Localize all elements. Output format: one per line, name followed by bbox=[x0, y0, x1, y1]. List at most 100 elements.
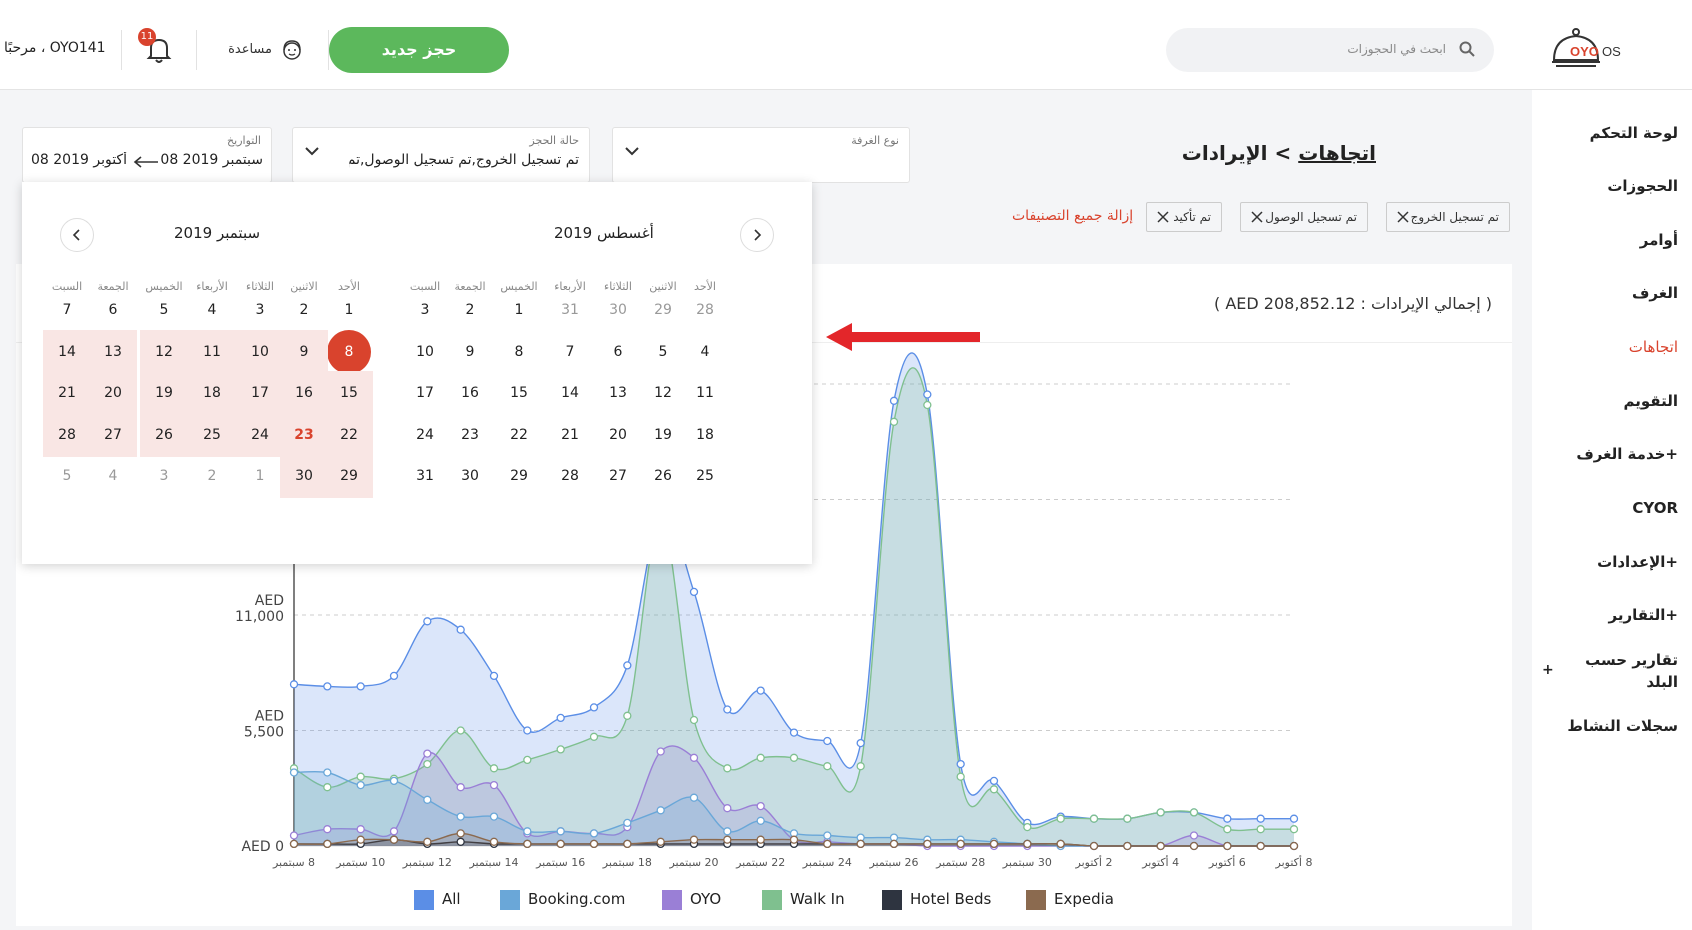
calendar-day[interactable]: 4 bbox=[188, 288, 236, 332]
calendar-day[interactable]: 24 bbox=[401, 413, 449, 457]
calendar-day[interactable]: 1 bbox=[495, 288, 543, 332]
calendar-day[interactable]: 19 bbox=[140, 371, 188, 415]
data-point bbox=[556, 827, 565, 836]
calendar-day[interactable]: 21 bbox=[43, 371, 91, 415]
calendar-day[interactable]: 27 bbox=[594, 454, 642, 498]
calendar-day[interactable]: 26 bbox=[639, 454, 687, 498]
calendar-day[interactable]: 3 bbox=[140, 454, 188, 498]
calendar-day[interactable]: 6 bbox=[89, 288, 137, 332]
next-month-button[interactable] bbox=[740, 218, 774, 252]
calendar-day[interactable]: 12 bbox=[140, 330, 188, 374]
calendar-day[interactable]: 19 bbox=[639, 413, 687, 457]
calendar-day[interactable]: 26 bbox=[140, 413, 188, 457]
calendar-day[interactable]: 9 bbox=[280, 330, 328, 374]
calendar-day[interactable]: 29 bbox=[325, 454, 373, 498]
calendar-day[interactable]: 2 bbox=[280, 288, 328, 332]
data-point bbox=[1223, 814, 1232, 823]
calendar-day[interactable]: 16 bbox=[280, 371, 328, 415]
calendar-day[interactable]: 20 bbox=[89, 371, 137, 415]
x-tick-label: 4 أكتوبر bbox=[1141, 855, 1179, 869]
data-point bbox=[389, 776, 399, 786]
calendar-day[interactable]: 5 bbox=[43, 454, 91, 498]
data-point bbox=[356, 682, 365, 691]
calendar-day[interactable]: 6 bbox=[594, 330, 642, 374]
calendar-day[interactable]: 25 bbox=[188, 413, 236, 457]
data-point bbox=[989, 776, 999, 786]
legend-swatch bbox=[414, 890, 434, 910]
calendar-day[interactable]: 18 bbox=[681, 413, 729, 457]
calendar-day[interactable]: 4 bbox=[681, 330, 729, 374]
calendar-day[interactable]: 21 bbox=[546, 413, 594, 457]
data-point bbox=[789, 835, 799, 844]
calendar-day[interactable]: 17 bbox=[401, 371, 449, 415]
calendar-day[interactable]: 29 bbox=[639, 288, 687, 332]
data-point bbox=[689, 715, 699, 725]
calendar-day[interactable]: 2 bbox=[188, 454, 236, 498]
calendar-day[interactable]: 14 bbox=[546, 371, 594, 415]
calendar-day[interactable]: 28 bbox=[681, 288, 729, 332]
calendar-day[interactable]: 31 bbox=[401, 454, 449, 498]
calendar-day[interactable]: 2 bbox=[446, 288, 494, 332]
data-point bbox=[523, 726, 532, 735]
data-point bbox=[956, 839, 965, 849]
calendar-day[interactable]: 18 bbox=[188, 371, 236, 415]
calendar-day[interactable]: 22 bbox=[325, 413, 373, 457]
calendar-day[interactable]: 10 bbox=[236, 330, 284, 374]
calendar-day[interactable]: 8 bbox=[495, 330, 543, 374]
data-point bbox=[1156, 841, 1165, 851]
calendar-day[interactable]: 8 bbox=[325, 330, 373, 374]
calendar-day[interactable]: 27 bbox=[89, 413, 137, 457]
calendar-day[interactable]: 10 bbox=[401, 330, 449, 374]
calendar-day[interactable]: 22 bbox=[495, 413, 543, 457]
calendar-day[interactable]: 16 bbox=[446, 371, 494, 415]
data-point bbox=[1189, 841, 1199, 851]
calendar-day[interactable]: 9 bbox=[446, 330, 494, 374]
calendar-day[interactable]: 24 bbox=[236, 413, 284, 457]
calendar-day[interactable]: 28 bbox=[43, 413, 91, 457]
calendar-day[interactable]: 3 bbox=[236, 288, 284, 332]
calendar-day[interactable]: 30 bbox=[446, 454, 494, 498]
calendar-day[interactable]: 15 bbox=[495, 371, 543, 415]
calendar-day[interactable]: 1 bbox=[236, 454, 284, 498]
data-point bbox=[623, 661, 632, 670]
calendar-day[interactable]: 5 bbox=[140, 288, 188, 332]
calendar-day[interactable]: 7 bbox=[546, 330, 594, 374]
data-point bbox=[356, 772, 365, 781]
prev-month-button[interactable] bbox=[60, 218, 94, 252]
x-tick-label: 20 سبتمبر bbox=[668, 856, 718, 869]
data-point bbox=[756, 753, 765, 762]
calendar-day[interactable]: 28 bbox=[546, 454, 594, 498]
calendar-day[interactable]: 30 bbox=[594, 288, 642, 332]
calendar-month-title: سبتمبر 2019 bbox=[174, 224, 261, 242]
calendar-day[interactable]: 15 bbox=[325, 371, 373, 415]
data-point bbox=[389, 827, 399, 836]
day-number: 8 bbox=[344, 344, 354, 360]
calendar-day[interactable]: 14 bbox=[43, 330, 91, 374]
calendar-day[interactable]: 3 bbox=[401, 288, 449, 332]
data-point bbox=[356, 825, 365, 834]
data-point bbox=[1256, 814, 1265, 823]
calendar-day[interactable]: 17 bbox=[236, 371, 284, 415]
data-point bbox=[656, 806, 665, 815]
calendar-day[interactable]: 1 bbox=[325, 288, 373, 332]
calendar-day[interactable]: 13 bbox=[594, 371, 642, 415]
calendar-day[interactable]: 23 bbox=[280, 413, 328, 457]
calendar-day[interactable]: 20 bbox=[594, 413, 642, 457]
calendar-day[interactable]: 5 bbox=[639, 330, 687, 374]
data-point bbox=[856, 762, 865, 771]
data-point bbox=[289, 839, 299, 849]
calendar-day[interactable]: 7 bbox=[43, 288, 91, 332]
calendar-day[interactable]: 23 bbox=[446, 413, 494, 457]
data-point bbox=[523, 839, 532, 849]
calendar-day[interactable]: 30 bbox=[280, 454, 328, 498]
calendar-day[interactable]: 4 bbox=[89, 454, 137, 498]
calendar-day[interactable]: 25 bbox=[681, 454, 729, 498]
calendar-day[interactable]: 13 bbox=[89, 330, 137, 374]
calendar-day[interactable]: 12 bbox=[639, 371, 687, 415]
calendar-day[interactable]: 31 bbox=[546, 288, 594, 332]
calendar-day[interactable]: 29 bbox=[495, 454, 543, 498]
data-point bbox=[889, 396, 899, 405]
calendar-day[interactable]: 11 bbox=[188, 330, 236, 374]
calendar-day[interactable]: 11 bbox=[681, 371, 729, 415]
data-point bbox=[589, 703, 599, 712]
